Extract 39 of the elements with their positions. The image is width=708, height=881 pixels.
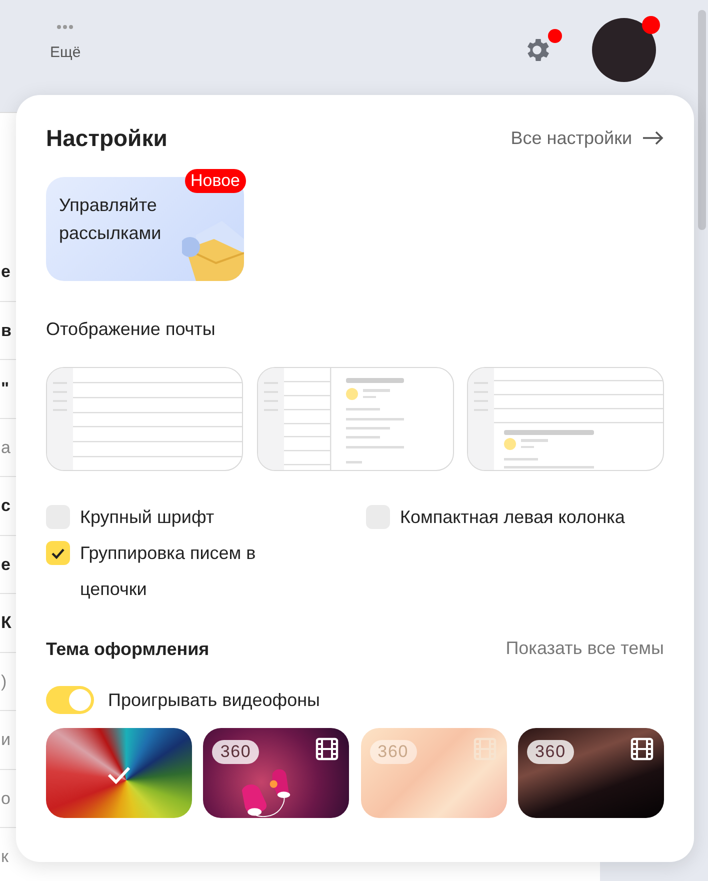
option-label: Группировка писем в цепочки xyxy=(80,542,257,601)
show-all-themes-link[interactable]: Показать все темы xyxy=(506,635,664,662)
message-text-fragment: ) xyxy=(1,670,7,692)
promo-text: Управляйте рассылками xyxy=(59,194,162,245)
new-badge: Новое xyxy=(184,169,246,193)
film-icon xyxy=(472,737,497,761)
theme-tile[interactable]: 360 xyxy=(518,728,664,818)
popup-title: Настройки xyxy=(46,124,168,153)
option-label: Компактная левая колонка xyxy=(400,506,625,529)
check-icon xyxy=(51,548,65,558)
toggle-knob xyxy=(69,689,91,711)
toggle-label: Проигрывать видеофоны xyxy=(108,688,320,712)
message-text-fragment: а xyxy=(1,436,10,458)
message-text-fragment: с xyxy=(1,495,10,517)
badge-360: 360 xyxy=(212,740,260,764)
all-settings-link[interactable]: Все настройки xyxy=(510,124,664,152)
section-heading: Отображение почты xyxy=(46,318,216,341)
message-text-fragment: к xyxy=(1,846,8,868)
arrow-right-icon xyxy=(642,131,664,145)
checkbox[interactable] xyxy=(46,541,70,565)
message-text-fragment: о xyxy=(1,788,10,810)
checkmark-icon xyxy=(107,766,131,784)
film-icon xyxy=(630,737,654,761)
message-text-fragment: и xyxy=(1,729,10,751)
message-text-fragment: " xyxy=(1,378,10,400)
badge-360: 360 xyxy=(370,740,417,764)
badge-360: 360 xyxy=(526,740,574,764)
film-icon xyxy=(315,737,340,761)
option-label: Крупный шрифт xyxy=(80,506,214,529)
message-text-fragment: в xyxy=(1,320,12,342)
message-text-fragment: е xyxy=(1,554,10,576)
message-text-fragment: е xyxy=(1,261,10,283)
message-text-fragment: К xyxy=(1,612,12,634)
section-heading: Тема оформления xyxy=(46,638,210,660)
more-button[interactable]: Ещё xyxy=(50,24,81,64)
more-icon xyxy=(55,24,76,30)
theme-tile[interactable] xyxy=(46,728,192,818)
toggle-switch[interactable] xyxy=(46,686,94,714)
theme-tile[interactable]: 360 xyxy=(203,728,350,818)
